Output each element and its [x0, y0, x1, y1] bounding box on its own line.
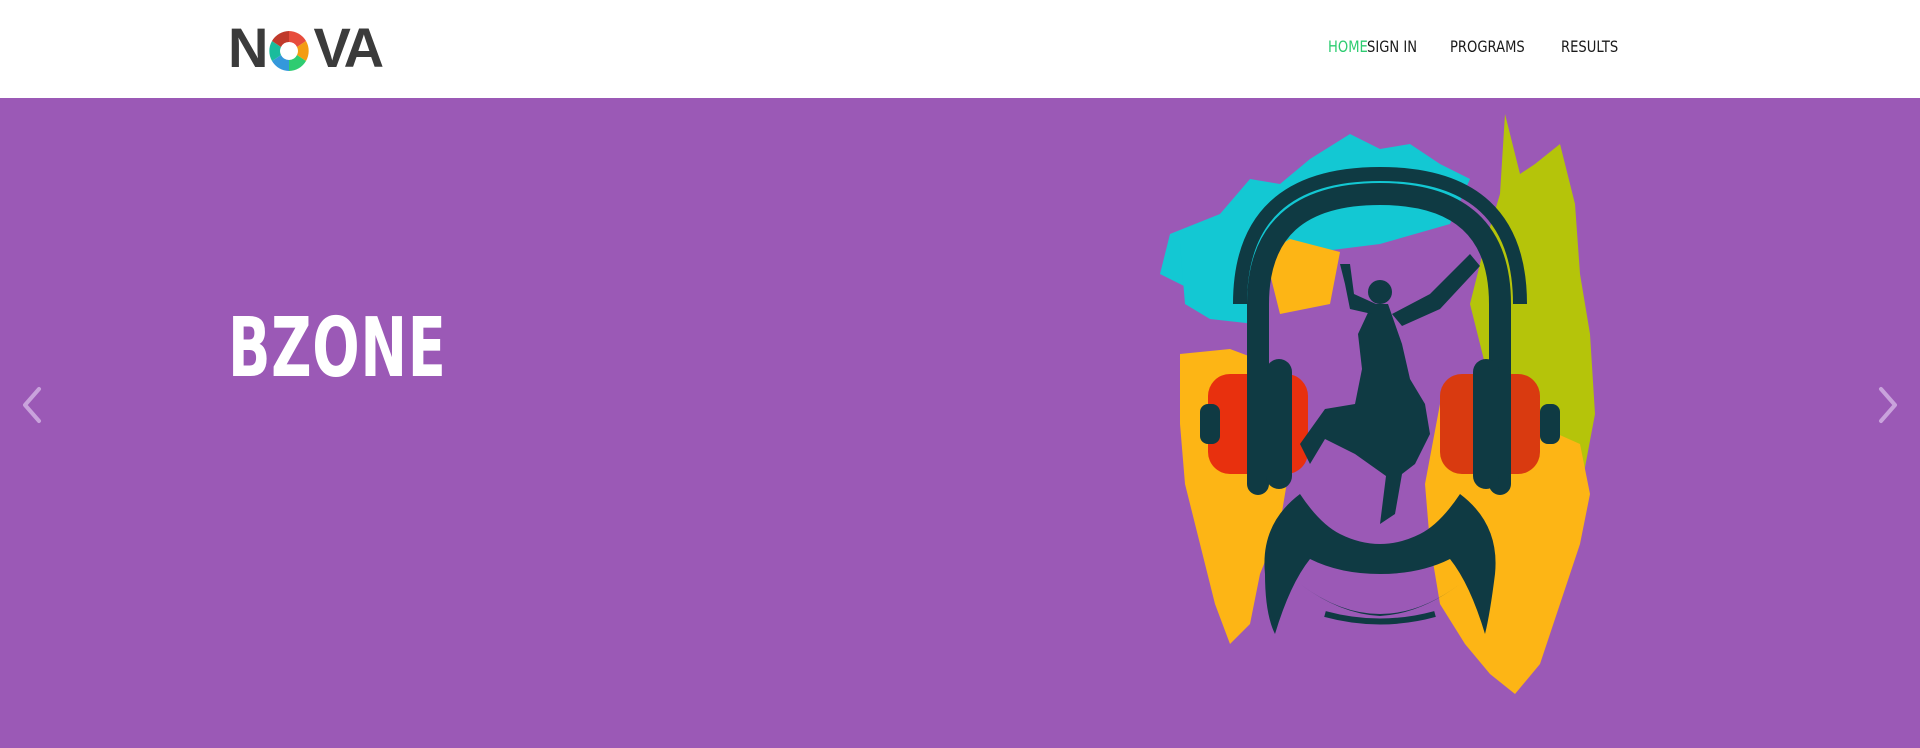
- logo-swirl-icon: [269, 31, 310, 71]
- logo-letters-va: VA: [313, 16, 384, 79]
- nav-results-link[interactable]: RESULTS: [1561, 34, 1618, 60]
- chevron-right-icon: [1879, 387, 1897, 423]
- nav-sign-in-link[interactable]: SIGN IN: [1367, 34, 1440, 60]
- headphones-dancer-illustration: [1160, 114, 1595, 694]
- carousel-next-button[interactable]: [1868, 381, 1908, 429]
- nav-programs-link[interactable]: PROGRAMS: [1450, 34, 1542, 60]
- chevron-left-icon: [23, 387, 41, 423]
- hero-title: BZONE: [228, 301, 447, 396]
- carousel-prev-button[interactable]: [12, 381, 52, 429]
- top-navbar: N VA HOME SIGN IN PROGRAMS RESULTS: [0, 0, 1920, 98]
- hero-carousel: BZONE: [0, 98, 1920, 748]
- main-nav: HOME SIGN IN PROGRAMS RESULTS: [1328, 34, 1631, 60]
- nova-logo[interactable]: N VA: [228, 16, 384, 79]
- logo-letter-n: N: [228, 16, 268, 79]
